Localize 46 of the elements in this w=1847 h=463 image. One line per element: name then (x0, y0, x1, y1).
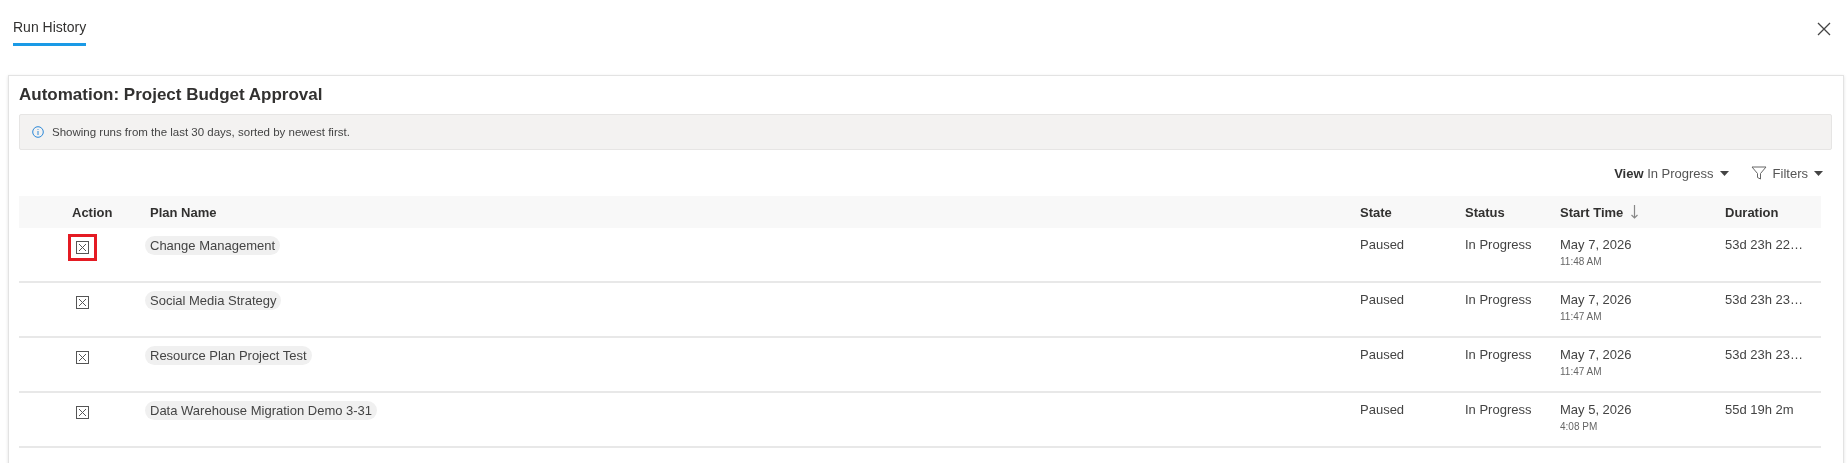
info-icon (32, 126, 44, 138)
start-time: 11:47 AM (1560, 366, 1602, 377)
table-cell: In Progress (1465, 237, 1532, 252)
table-cell: 55d 19h 2m (1725, 402, 1794, 417)
table-cell: Paused (1360, 292, 1405, 307)
column-header[interactable]: State (1360, 204, 1392, 220)
column-header[interactable]: Action (72, 204, 113, 220)
start-date: May 7, 2026 (1560, 237, 1632, 252)
remove-action[interactable] (68, 234, 97, 261)
filter-icon (1750, 165, 1767, 181)
plan-name-tag[interactable]: Social Media Strategy (145, 291, 282, 310)
close-box-icon[interactable] (76, 296, 89, 309)
sort-arrow-icon (1631, 205, 1639, 219)
plan-name-tag[interactable]: Resource Plan Project Test (145, 346, 312, 365)
start-date: May 7, 2026 (1560, 347, 1632, 362)
close-box-icon[interactable] (76, 406, 89, 419)
tab[interactable]: Run History (13, 17, 87, 46)
view-dropdown[interactable]: View In Progress (1614, 165, 1714, 181)
start-date: May 5, 2026 (1560, 402, 1632, 417)
table-cell: In Progress (1465, 347, 1532, 362)
table-cell: Paused (1360, 347, 1405, 362)
close-box-icon[interactable] (76, 241, 89, 254)
table-cell: Paused (1360, 402, 1405, 417)
column-header[interactable]: Start Time (1560, 204, 1624, 220)
close-icon[interactable] (1817, 22, 1831, 36)
plan-name-tag[interactable]: Change Management (145, 236, 281, 255)
table-cell: In Progress (1465, 292, 1532, 307)
filters-button[interactable]: Filters (1772, 165, 1808, 181)
caret-icon (1719, 170, 1729, 176)
info-text: Showing runs from the last 30 days, sorted by newest first. (52, 126, 350, 138)
table-cell: 53d 23h 22… (1725, 237, 1804, 252)
table-cell: Paused (1360, 237, 1405, 252)
close-box-icon[interactable] (76, 351, 89, 364)
table-cell: 53d 23h 23… (1725, 292, 1804, 307)
column-header[interactable]: Status (1465, 204, 1505, 220)
start-time: 4:08 PM (1560, 421, 1598, 432)
start-time: 11:47 AM (1560, 311, 1602, 322)
plan-name-tag[interactable]: Data Warehouse Migration Demo 3-31 (145, 401, 378, 420)
start-date: May 7, 2026 (1560, 292, 1632, 307)
table-cell: In Progress (1465, 402, 1532, 417)
card-title: Automation: Project Budget Approval (19, 85, 324, 105)
table-cell: 53d 23h 23… (1725, 347, 1804, 362)
start-time: 11:48 AM (1560, 256, 1602, 267)
caret-icon (1814, 170, 1823, 176)
column-header[interactable]: Duration (1725, 204, 1779, 220)
column-header[interactable]: Plan Name (150, 204, 217, 220)
